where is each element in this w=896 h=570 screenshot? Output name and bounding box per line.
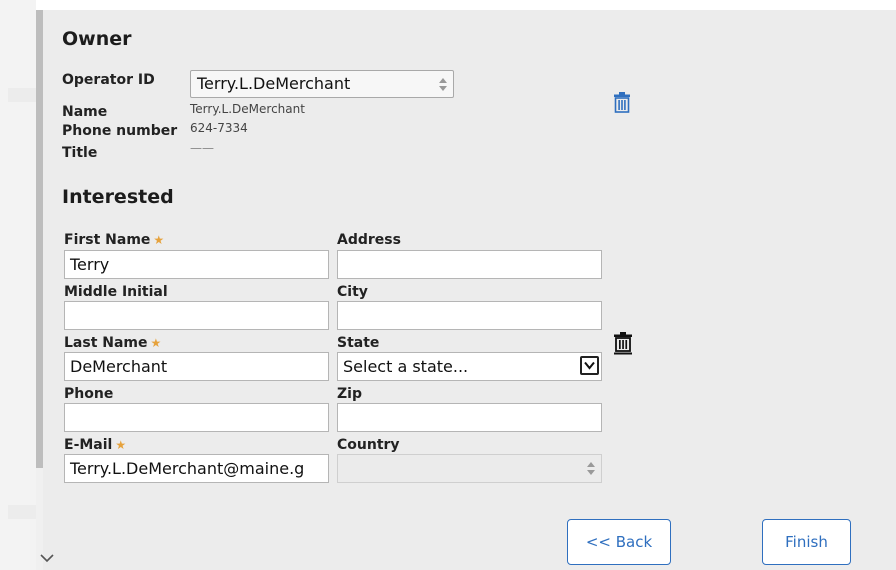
gutter-stub [8,505,36,519]
trash-icon[interactable] [613,91,631,117]
last-name-input[interactable]: DeMerchant [64,352,329,381]
operator-id-select[interactable]: Terry.L.DeMerchant [190,70,454,98]
owner-title-label: Title [62,145,98,161]
operator-id-label: Operator ID [62,72,155,88]
state-label: State [337,335,380,351]
owner-title-value: —— [190,141,214,155]
phone-label: Phone [64,386,114,402]
left-gutter [0,0,36,570]
gutter-stub [8,88,36,102]
state-select-value: Select a state... [343,357,469,376]
owner-name-label: Name [62,104,108,120]
scrollbar-thumb[interactable] [36,10,43,468]
interested-heading: Interested [62,186,174,208]
trash-icon[interactable] [613,331,633,359]
select-spinner-icon [587,462,595,476]
phone-input[interactable] [64,403,329,432]
last-name-label: Last Name ★ [64,335,162,351]
owner-heading: Owner [62,28,132,50]
required-star-icon: ★ [150,336,162,350]
finish-button[interactable]: Finish [762,519,851,565]
zip-input[interactable] [337,403,602,432]
owner-phone-label: Phone number [62,123,178,139]
operator-id-value: Terry.L.DeMerchant [197,74,351,93]
city-label: City [337,284,368,300]
owner-phone-value: 624-7334 [190,121,248,135]
email-label: E-Mail ★ [64,437,127,453]
country-select[interactable] [337,454,602,483]
first-name-label: First Name ★ [64,232,165,248]
required-star-icon: ★ [153,233,165,247]
form-panel [43,10,896,570]
chevron-down-icon[interactable] [580,356,599,375]
owner-name-value: Terry.L.DeMerchant [190,102,305,116]
state-select[interactable]: Select a state... [337,352,602,381]
address-label: Address [337,232,401,248]
middle-initial-label: Middle Initial [64,284,168,300]
city-input[interactable] [337,301,602,330]
middle-initial-input[interactable] [64,301,329,330]
chevron-down-icon[interactable] [37,548,57,568]
first-name-input[interactable]: Terry [64,250,329,279]
address-input[interactable] [337,250,602,279]
back-button[interactable]: << Back [567,519,671,565]
zip-label: Zip [337,386,362,402]
required-star-icon: ★ [115,438,127,452]
email-input[interactable]: Terry.L.DeMerchant@maine.g [64,454,329,483]
country-label: Country [337,437,400,453]
select-spinner-icon [439,78,447,92]
